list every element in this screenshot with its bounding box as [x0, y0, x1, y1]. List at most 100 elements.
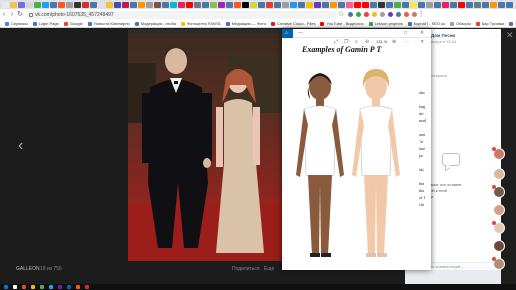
browser-tab[interactable]	[58, 1, 65, 8]
bookmark-item[interactable]: Creative Cloud - Files	[271, 21, 315, 26]
browser-tab[interactable]	[418, 1, 425, 8]
browser-tab[interactable]	[354, 1, 361, 8]
browser-tab[interactable]	[50, 1, 57, 8]
browser-tab[interactable]	[506, 1, 513, 8]
browser-tab[interactable]	[282, 1, 289, 8]
browser-tab[interactable]	[442, 1, 449, 8]
viewer-left-area[interactable]	[0, 29, 128, 290]
forward-icon[interactable]: ›	[8, 10, 16, 20]
browser-tab[interactable]	[42, 1, 49, 8]
browser-tab[interactable]	[378, 1, 385, 8]
bookmark-item[interactable]: Google	[63, 21, 83, 26]
browser-tab[interactable]	[106, 1, 113, 8]
bookmark-item[interactable]: Новости Ювелирно	[87, 21, 130, 26]
browser-tab[interactable]	[194, 1, 201, 8]
bookmark-item[interactable]: Фотоцентр FANTA	[180, 21, 221, 26]
browser-tab[interactable]	[242, 1, 249, 8]
extension-icon[interactable]	[404, 12, 409, 17]
photo[interactable]	[128, 33, 284, 261]
browser-tab[interactable]	[250, 1, 257, 8]
bookmark-item[interactable]: Бар Тусовки	[475, 21, 504, 26]
browser-tab[interactable]	[130, 1, 137, 8]
more-options-icon[interactable]: ⋯	[494, 33, 499, 39]
browser-tab[interactable]	[234, 1, 241, 8]
browser-tab[interactable]	[146, 1, 153, 8]
author-name[interactable]: Дом Песни	[431, 33, 455, 38]
bookmark-item[interactable]: Login Page	[32, 21, 59, 26]
extension-icon[interactable]	[356, 12, 361, 17]
browser-tab[interactable]	[426, 1, 433, 8]
browser-tab[interactable]	[74, 1, 81, 8]
taskbar-app-icon[interactable]	[40, 285, 44, 289]
browser-tab[interactable]	[482, 1, 489, 8]
browser-tab[interactable]	[306, 1, 313, 8]
extension-icon[interactable]	[388, 12, 393, 17]
extension-icon[interactable]	[396, 12, 401, 17]
browser-tab[interactable]	[202, 1, 209, 8]
bookmark-item[interactable]: Сервисы	[5, 21, 28, 26]
taskbar-app-icon[interactable]	[49, 285, 53, 289]
browser-tab[interactable]	[34, 1, 41, 8]
star-icon[interactable]: ☆	[337, 10, 345, 20]
browser-tab[interactable]	[498, 1, 505, 8]
bookmark-item[interactable]: КорпАП - SEO ко	[407, 21, 445, 26]
menu-icon[interactable]: ⋮	[417, 10, 425, 20]
browser-tab[interactable]	[122, 1, 129, 8]
browser-tab[interactable]	[314, 1, 321, 8]
browser-tab[interactable]	[362, 1, 369, 8]
extension-icon[interactable]	[364, 12, 369, 17]
browser-tab[interactable]	[114, 1, 121, 8]
bookmark-item[interactable]: Медиация — Фото	[225, 21, 266, 26]
previous-photo-arrow-icon[interactable]: ‹	[18, 138, 23, 154]
browser-tab[interactable]	[154, 1, 161, 8]
browser-tab[interactable]	[458, 1, 465, 8]
browser-tab[interactable]	[290, 1, 297, 8]
bookmark-item[interactable]: S.B. Волонтеры ВК	[509, 21, 516, 26]
browser-tab[interactable]	[338, 1, 345, 8]
taskbar-app-icon[interactable]	[76, 285, 80, 289]
extension-icon[interactable]	[372, 12, 377, 17]
browser-tab[interactable]	[226, 1, 233, 8]
browser-tab[interactable]	[178, 1, 185, 8]
browser-tab[interactable]	[210, 1, 217, 8]
share-button[interactable]: Поделиться	[232, 266, 260, 272]
browser-tab[interactable]	[298, 1, 305, 8]
browser-tab[interactable]	[490, 1, 497, 8]
browser-tab[interactable]	[26, 1, 33, 8]
browser-tab[interactable]	[330, 1, 337, 8]
browser-tab[interactable]	[82, 1, 89, 8]
browser-tab[interactable]	[370, 1, 377, 8]
taskbar-app-icon[interactable]	[85, 285, 89, 289]
taskbar-app-icon[interactable]	[58, 285, 62, 289]
browser-tab[interactable]	[410, 1, 417, 8]
close-viewer-icon[interactable]: ✕	[506, 30, 514, 41]
home-button[interactable]: ⌂	[282, 29, 293, 38]
minimize-icon[interactable]: —	[298, 30, 303, 36]
browser-tab[interactable]	[266, 1, 273, 8]
taskbar-app-icon[interactable]	[13, 285, 17, 289]
maximize-icon[interactable]: □	[404, 30, 407, 36]
browser-tab[interactable]	[402, 1, 409, 8]
url-field[interactable]: vk.com/photo-1607535_457248497	[27, 10, 337, 19]
browser-tab[interactable]	[2, 1, 9, 8]
browser-tab[interactable]	[18, 1, 25, 8]
browser-tab[interactable]	[138, 1, 145, 8]
taskbar-app-icon[interactable]	[31, 285, 35, 289]
taskbar-app-icon[interactable]	[22, 285, 26, 289]
chat-head-avatar[interactable]	[493, 240, 505, 252]
taskbar-app-icon[interactable]	[67, 285, 71, 289]
browser-tab[interactable]	[322, 1, 329, 8]
bookmark-item[interactable]: Модерация - глоба	[134, 21, 176, 26]
browser-tab[interactable]	[186, 1, 193, 8]
browser-tab[interactable]	[162, 1, 169, 8]
browser-tab[interactable]	[346, 1, 353, 8]
back-icon[interactable]: ‹	[0, 10, 8, 20]
browser-tab[interactable]	[170, 1, 177, 8]
chat-head-avatar[interactable]	[493, 168, 505, 180]
bookmark-item[interactable]: YouTube - Видеохос	[320, 21, 364, 26]
browser-tab[interactable]	[394, 1, 401, 8]
browser-tab[interactable]	[98, 1, 105, 8]
browser-tab[interactable]	[274, 1, 281, 8]
taskbar-app-icon[interactable]	[4, 285, 8, 289]
browser-tab[interactable]	[386, 1, 393, 8]
